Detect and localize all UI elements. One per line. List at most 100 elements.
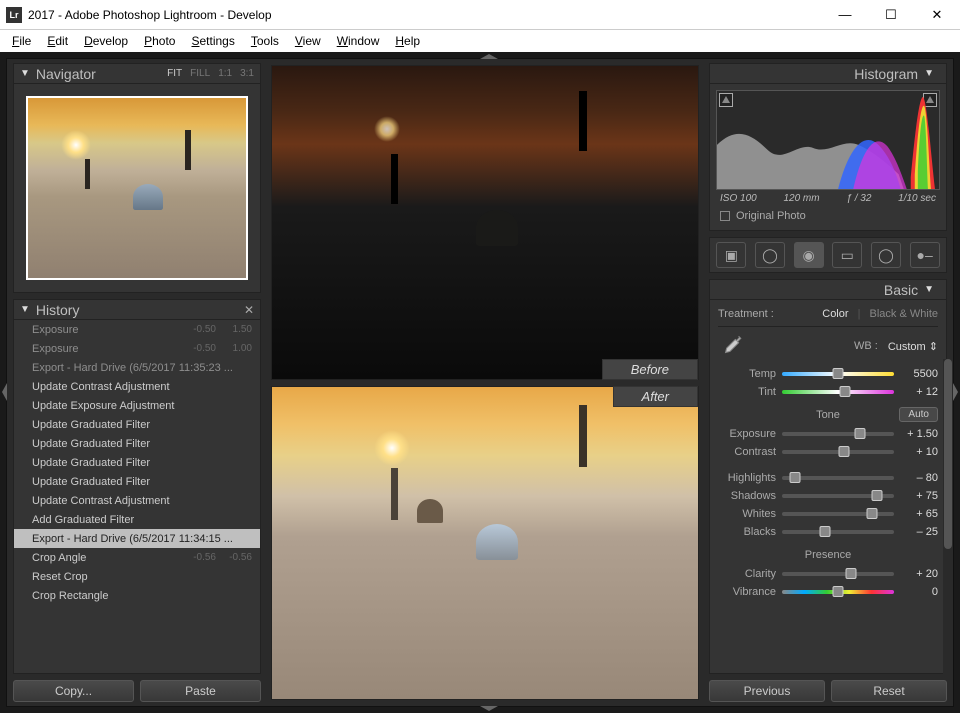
exposure-slider[interactable]: Exposure+ 1.50: [718, 425, 938, 443]
presence-header: Presence: [718, 549, 938, 561]
history-item[interactable]: Update Graduated Filter: [14, 453, 260, 472]
history-item[interactable]: Export - Hard Drive (6/5/2017 11:35:23 .…: [14, 358, 260, 377]
nav-mode-fill[interactable]: FILL: [190, 68, 210, 79]
right-scrollbar[interactable]: [943, 359, 953, 676]
history-close-icon[interactable]: ✕: [244, 303, 254, 317]
treatment-row: Treatment : Color | Black & White: [718, 306, 938, 327]
nav-mode-31[interactable]: 3:1: [240, 68, 254, 79]
eyedropper-icon[interactable]: [718, 333, 744, 359]
blacks-slider[interactable]: Blacks– 25: [718, 523, 938, 541]
center-panel: Before After: [265, 59, 705, 706]
original-photo-toggle[interactable]: Original Photo: [716, 204, 940, 224]
tool-strip: ▣ ◯ ◉ ▭ ◯ ●–: [709, 237, 947, 273]
spot-tool-icon[interactable]: ◯: [755, 242, 785, 268]
temp-slider[interactable]: Temp 5500: [718, 365, 938, 383]
menu-photo[interactable]: Photo: [136, 32, 183, 50]
history-body: Exposure-0.501.50Exposure-0.501.00Export…: [13, 319, 261, 674]
chevron-down-icon: ▼: [924, 68, 934, 79]
menu-settings[interactable]: Settings: [183, 32, 242, 50]
navigator-header[interactable]: ▼ Navigator FITFILL1:13:1: [13, 63, 261, 83]
vibrance-slider[interactable]: Vibrance0: [718, 583, 938, 601]
menu-view[interactable]: View: [287, 32, 329, 50]
history-header[interactable]: ▼ History ✕: [13, 299, 261, 319]
basic-title: Basic: [716, 282, 918, 298]
aperture-stat: ƒ / 32: [846, 193, 871, 204]
reset-button[interactable]: Reset: [831, 680, 947, 702]
histogram-stats: ISO 100 120 mm ƒ / 32 1/10 sec: [716, 190, 940, 204]
treatment-color[interactable]: Color: [822, 308, 848, 320]
graduated-tool-icon[interactable]: ▭: [832, 242, 862, 268]
history-item[interactable]: Export - Hard Drive (6/5/2017 11:34:15 .…: [14, 529, 260, 548]
history-item[interactable]: Update Graduated Filter: [14, 415, 260, 434]
navigator-preview-image[interactable]: [26, 96, 248, 280]
focal-stat: 120 mm: [783, 193, 819, 204]
history-item[interactable]: Add Graduated Filter: [14, 510, 260, 529]
crop-tool-icon[interactable]: ▣: [716, 242, 746, 268]
highlights-slider[interactable]: Highlights– 80: [718, 469, 938, 487]
paste-button[interactable]: Paste: [140, 680, 261, 702]
collapse-right-icon[interactable]: [953, 383, 958, 401]
wb-dropdown[interactable]: Custom ⇕: [888, 340, 938, 353]
history-item[interactable]: Exposure-0.501.00: [14, 339, 260, 358]
menu-edit[interactable]: Edit: [39, 32, 76, 50]
histogram-title: Histogram: [716, 66, 918, 82]
after-label: After: [613, 386, 698, 407]
history-item[interactable]: Exposure-0.501.50: [14, 320, 260, 339]
menu-file[interactable]: File: [4, 32, 39, 50]
menu-develop[interactable]: Develop: [76, 32, 136, 50]
navigator-body[interactable]: [13, 83, 261, 293]
collapse-left-icon[interactable]: [2, 383, 7, 401]
app-surface: ▼ Navigator FIT FILL 1:1 3:1 ▼ History ✕: [0, 52, 960, 713]
radial-tool-icon[interactable]: ◯: [871, 242, 901, 268]
left-panel: ▼ Navigator FIT FILL 1:1 3:1 ▼ History ✕: [7, 59, 265, 706]
history-list: Exposure-0.501.50Exposure-0.501.00Export…: [14, 320, 260, 605]
minimize-button[interactable]: —: [822, 0, 868, 30]
maximize-button[interactable]: ☐: [868, 0, 914, 30]
history-item[interactable]: Crop Rectangle: [14, 586, 260, 605]
auto-button[interactable]: Auto: [899, 407, 938, 422]
nav-mode-fit[interactable]: FIT: [167, 68, 182, 79]
clarity-slider[interactable]: Clarity+ 20: [718, 565, 938, 583]
history-item[interactable]: Update Contrast Adjustment: [14, 377, 260, 396]
preview-after[interactable]: After: [271, 386, 699, 701]
basic-header[interactable]: Basic ▼: [709, 279, 947, 299]
navigator-title: Navigator: [36, 66, 167, 82]
history-item[interactable]: Update Graduated Filter: [14, 434, 260, 453]
redeye-tool-icon[interactable]: ◉: [794, 242, 824, 268]
collapse-top-icon[interactable]: [480, 54, 498, 59]
chevron-down-icon: ▼: [924, 284, 934, 295]
histogram-chart[interactable]: [716, 90, 940, 190]
close-button[interactable]: ✕: [914, 0, 960, 30]
histogram-header[interactable]: Histogram ▼: [709, 63, 947, 83]
wb-row: WB : Custom ⇕: [718, 327, 938, 365]
history-title: History: [36, 302, 244, 318]
app-inner: ▼ Navigator FIT FILL 1:1 3:1 ▼ History ✕: [6, 58, 954, 707]
checkbox-icon: [720, 211, 730, 221]
menu-tools[interactable]: Tools: [243, 32, 287, 50]
tint-slider[interactable]: Tint + 12: [718, 383, 938, 401]
menu-help[interactable]: Help: [387, 32, 428, 50]
copy-button[interactable]: Copy...: [13, 680, 134, 702]
before-label: Before: [602, 359, 698, 380]
history-item[interactable]: Reset Crop: [14, 567, 260, 586]
preview-before[interactable]: Before: [271, 65, 699, 380]
history-item[interactable]: Update Graduated Filter: [14, 472, 260, 491]
whites-slider[interactable]: Whites+ 65: [718, 505, 938, 523]
menu-window[interactable]: Window: [329, 32, 388, 50]
history-item[interactable]: Crop Angle-0.56-0.56: [14, 548, 260, 567]
contrast-slider[interactable]: Contrast+ 10: [718, 443, 938, 461]
nav-mode-11[interactable]: 1:1: [218, 68, 232, 79]
basic-body: Treatment : Color | Black & White WB :: [709, 299, 947, 674]
shutter-stat: 1/10 sec: [898, 193, 936, 204]
chevron-down-icon: ▼: [20, 304, 30, 315]
previous-button[interactable]: Previous: [709, 680, 825, 702]
iso-stat: ISO 100: [720, 193, 757, 204]
history-item[interactable]: Update Contrast Adjustment: [14, 491, 260, 510]
shadows-slider[interactable]: Shadows+ 75: [718, 487, 938, 505]
window-titlebar: Lr 2017 - Adobe Photoshop Lightroom - De…: [0, 0, 960, 30]
history-item[interactable]: Update Exposure Adjustment: [14, 396, 260, 415]
brush-tool-icon[interactable]: ●–: [910, 242, 940, 268]
right-panel: Histogram ▼ ISO 100: [705, 59, 953, 706]
treatment-bw[interactable]: Black & White: [870, 308, 938, 320]
collapse-bottom-icon[interactable]: [480, 706, 498, 711]
